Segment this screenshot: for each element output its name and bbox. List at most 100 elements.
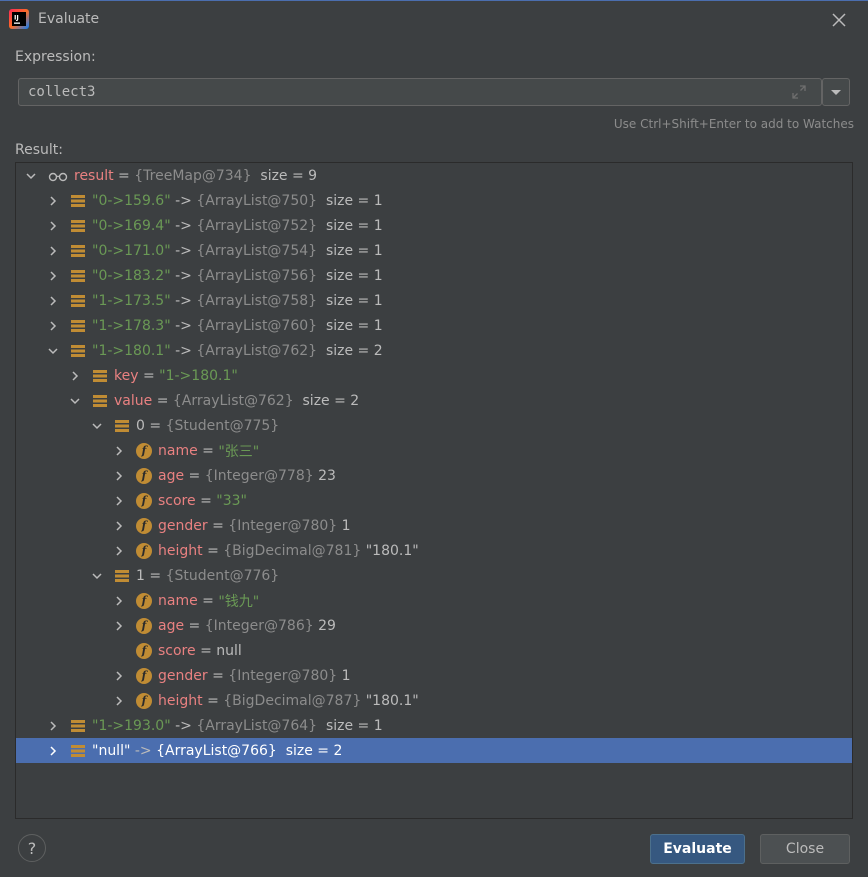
chevron-down-icon[interactable] [91,413,103,438]
tree-node-value: size = 1 [317,717,383,734]
tree-row[interactable]: "0->183.2" -> {ArrayList@756} size = 1 [16,263,852,288]
close-icon[interactable] [828,9,850,31]
chevron-right-icon[interactable] [113,538,125,563]
tree-row[interactable]: f age = {Integer@778} 23 [16,463,852,488]
array-list-icon [70,193,86,209]
chevron-right-icon[interactable] [113,463,125,488]
expression-input[interactable]: collect3 [18,78,822,106]
field-badge: f [136,467,152,484]
tree-node-operator: = [195,492,217,509]
tree-row[interactable]: f gender = {Integer@780} 1 [16,513,852,538]
chevron-down-icon[interactable] [47,338,59,363]
tree-row[interactable]: 0 = {Student@775} [16,413,852,438]
tree-node-value: "1->180.1" [159,367,238,384]
tree-node-type: {BigDecimal@781} [223,542,362,559]
tree-node-name: name [158,592,198,609]
tree-node-operator: -> [170,192,197,209]
chevron-right-icon[interactable] [113,513,125,538]
chevron-right-icon[interactable] [47,188,59,213]
history-dropdown-button[interactable] [822,78,850,106]
tree-row[interactable]: result = {TreeMap@734} size = 9 [16,163,852,188]
chevron-down-icon[interactable] [91,563,103,588]
chevron-right-icon[interactable] [47,313,59,338]
chevron-right-icon[interactable] [113,613,125,638]
tree-node-value: "33" [216,492,247,509]
chevron-right-icon[interactable] [47,263,59,288]
tree-row[interactable]: f score = "33" [16,488,852,513]
chevron-right-icon[interactable] [113,488,125,513]
field-badge: f [136,492,152,509]
tree-row[interactable]: f height = {BigDecimal@781} "180.1" [16,538,852,563]
field-badge: f [136,642,152,659]
tree-node-value: "180.1" [361,692,419,709]
chevron-right-icon[interactable] [47,738,59,763]
tree-row[interactable]: "0->159.6" -> {ArrayList@750} size = 1 [16,188,852,213]
tree-node-type: {ArrayList@760} [196,317,318,334]
tree-row[interactable]: key = "1->180.1" [16,363,852,388]
chevron-right-icon[interactable] [47,213,59,238]
tree-row[interactable]: "1->178.3" -> {ArrayList@760} size = 1 [16,313,852,338]
tree-node-type: {Integer@786} [204,617,314,634]
chevron-right-icon[interactable] [113,588,125,613]
help-button[interactable]: ? [18,834,46,862]
close-button[interactable]: Close [760,834,850,864]
array-list-icon [114,418,130,434]
tree-node-operator: -> [170,292,197,309]
chevron-right-icon[interactable] [113,688,125,713]
tree-node-value: size = 1 [317,242,383,259]
expand-icon[interactable] [791,84,807,100]
tree-row[interactable]: "null" -> {ArrayList@766} size = 2 [16,738,852,763]
evaluate-button[interactable]: Evaluate [650,834,745,864]
tree-node-name: height [158,542,203,559]
chevron-right-icon[interactable] [47,238,59,263]
expression-value[interactable]: collect3 [28,84,95,100]
chevron-down-icon[interactable] [69,388,81,413]
array-list-icon [70,243,86,259]
tree-row[interactable]: f score = null [16,638,852,663]
tree-node-name: name [158,442,198,459]
tree-row[interactable]: "1->173.5" -> {ArrayList@758} size = 1 [16,288,852,313]
tree-row[interactable]: f name = "张三" [16,438,852,463]
tree-row[interactable]: f name = "钱九" [16,588,852,613]
tree-node-type: {ArrayList@752} [196,217,318,234]
result-label: Result: [15,142,63,158]
chevron-right-icon[interactable] [69,363,81,388]
tree-node-type: {ArrayList@754} [196,242,318,259]
chevron-right-icon[interactable] [47,713,59,738]
tree-row[interactable]: "0->169.4" -> {ArrayList@752} size = 1 [16,213,852,238]
tree-node-value: size = 2 [317,342,383,359]
tree-row[interactable]: "1->180.1" -> {ArrayList@762} size = 2 [16,338,852,363]
array-list-icon [70,718,86,734]
tree-node-operator: = [184,617,205,634]
tree-node-name: "0->183.2" [92,267,171,284]
tree-node-value: "钱九" [218,593,260,610]
tree-node-type: {ArrayList@756} [196,267,318,284]
tree-row[interactable]: f gender = {Integer@780} 1 [16,663,852,688]
tree-row[interactable]: f age = {Integer@786} 29 [16,613,852,638]
array-list-icon [70,743,86,759]
chevron-right-icon[interactable] [113,438,125,463]
tree-row[interactable]: f height = {BigDecimal@787} "180.1" [16,688,852,713]
chevron-right-icon[interactable] [47,288,59,313]
field-badge: f [136,592,152,609]
tree-row[interactable]: "1->193.0" -> {ArrayList@764} size = 1 [16,713,852,738]
array-list-icon [70,318,86,334]
chevron-down-icon[interactable] [25,163,37,188]
tree-node-operator: = [113,167,135,184]
result-tree[interactable]: result = {TreeMap@734} size = 9 "0->159.6… [15,162,853,819]
tree-node-operator: = [144,417,166,434]
tree-node-operator: = [152,392,173,409]
tree-node-operator: = [197,592,219,609]
field-badge: f [136,617,152,634]
tree-row[interactable]: "0->171.0" -> {ArrayList@754} size = 1 [16,238,852,263]
tree-node-value: size = 1 [317,317,383,334]
tree-node-operator: = [207,667,229,684]
watch-glasses-icon [48,168,68,184]
tree-node-type: {ArrayList@766} [156,742,277,759]
tree-node-value: null [216,642,242,659]
array-list-icon [70,343,86,359]
chevron-right-icon[interactable] [113,663,125,688]
tree-row[interactable]: 1 = {Student@776} [16,563,852,588]
tree-node-name: "0->171.0" [92,242,171,259]
tree-row[interactable]: value = {ArrayList@762} size = 2 [16,388,852,413]
